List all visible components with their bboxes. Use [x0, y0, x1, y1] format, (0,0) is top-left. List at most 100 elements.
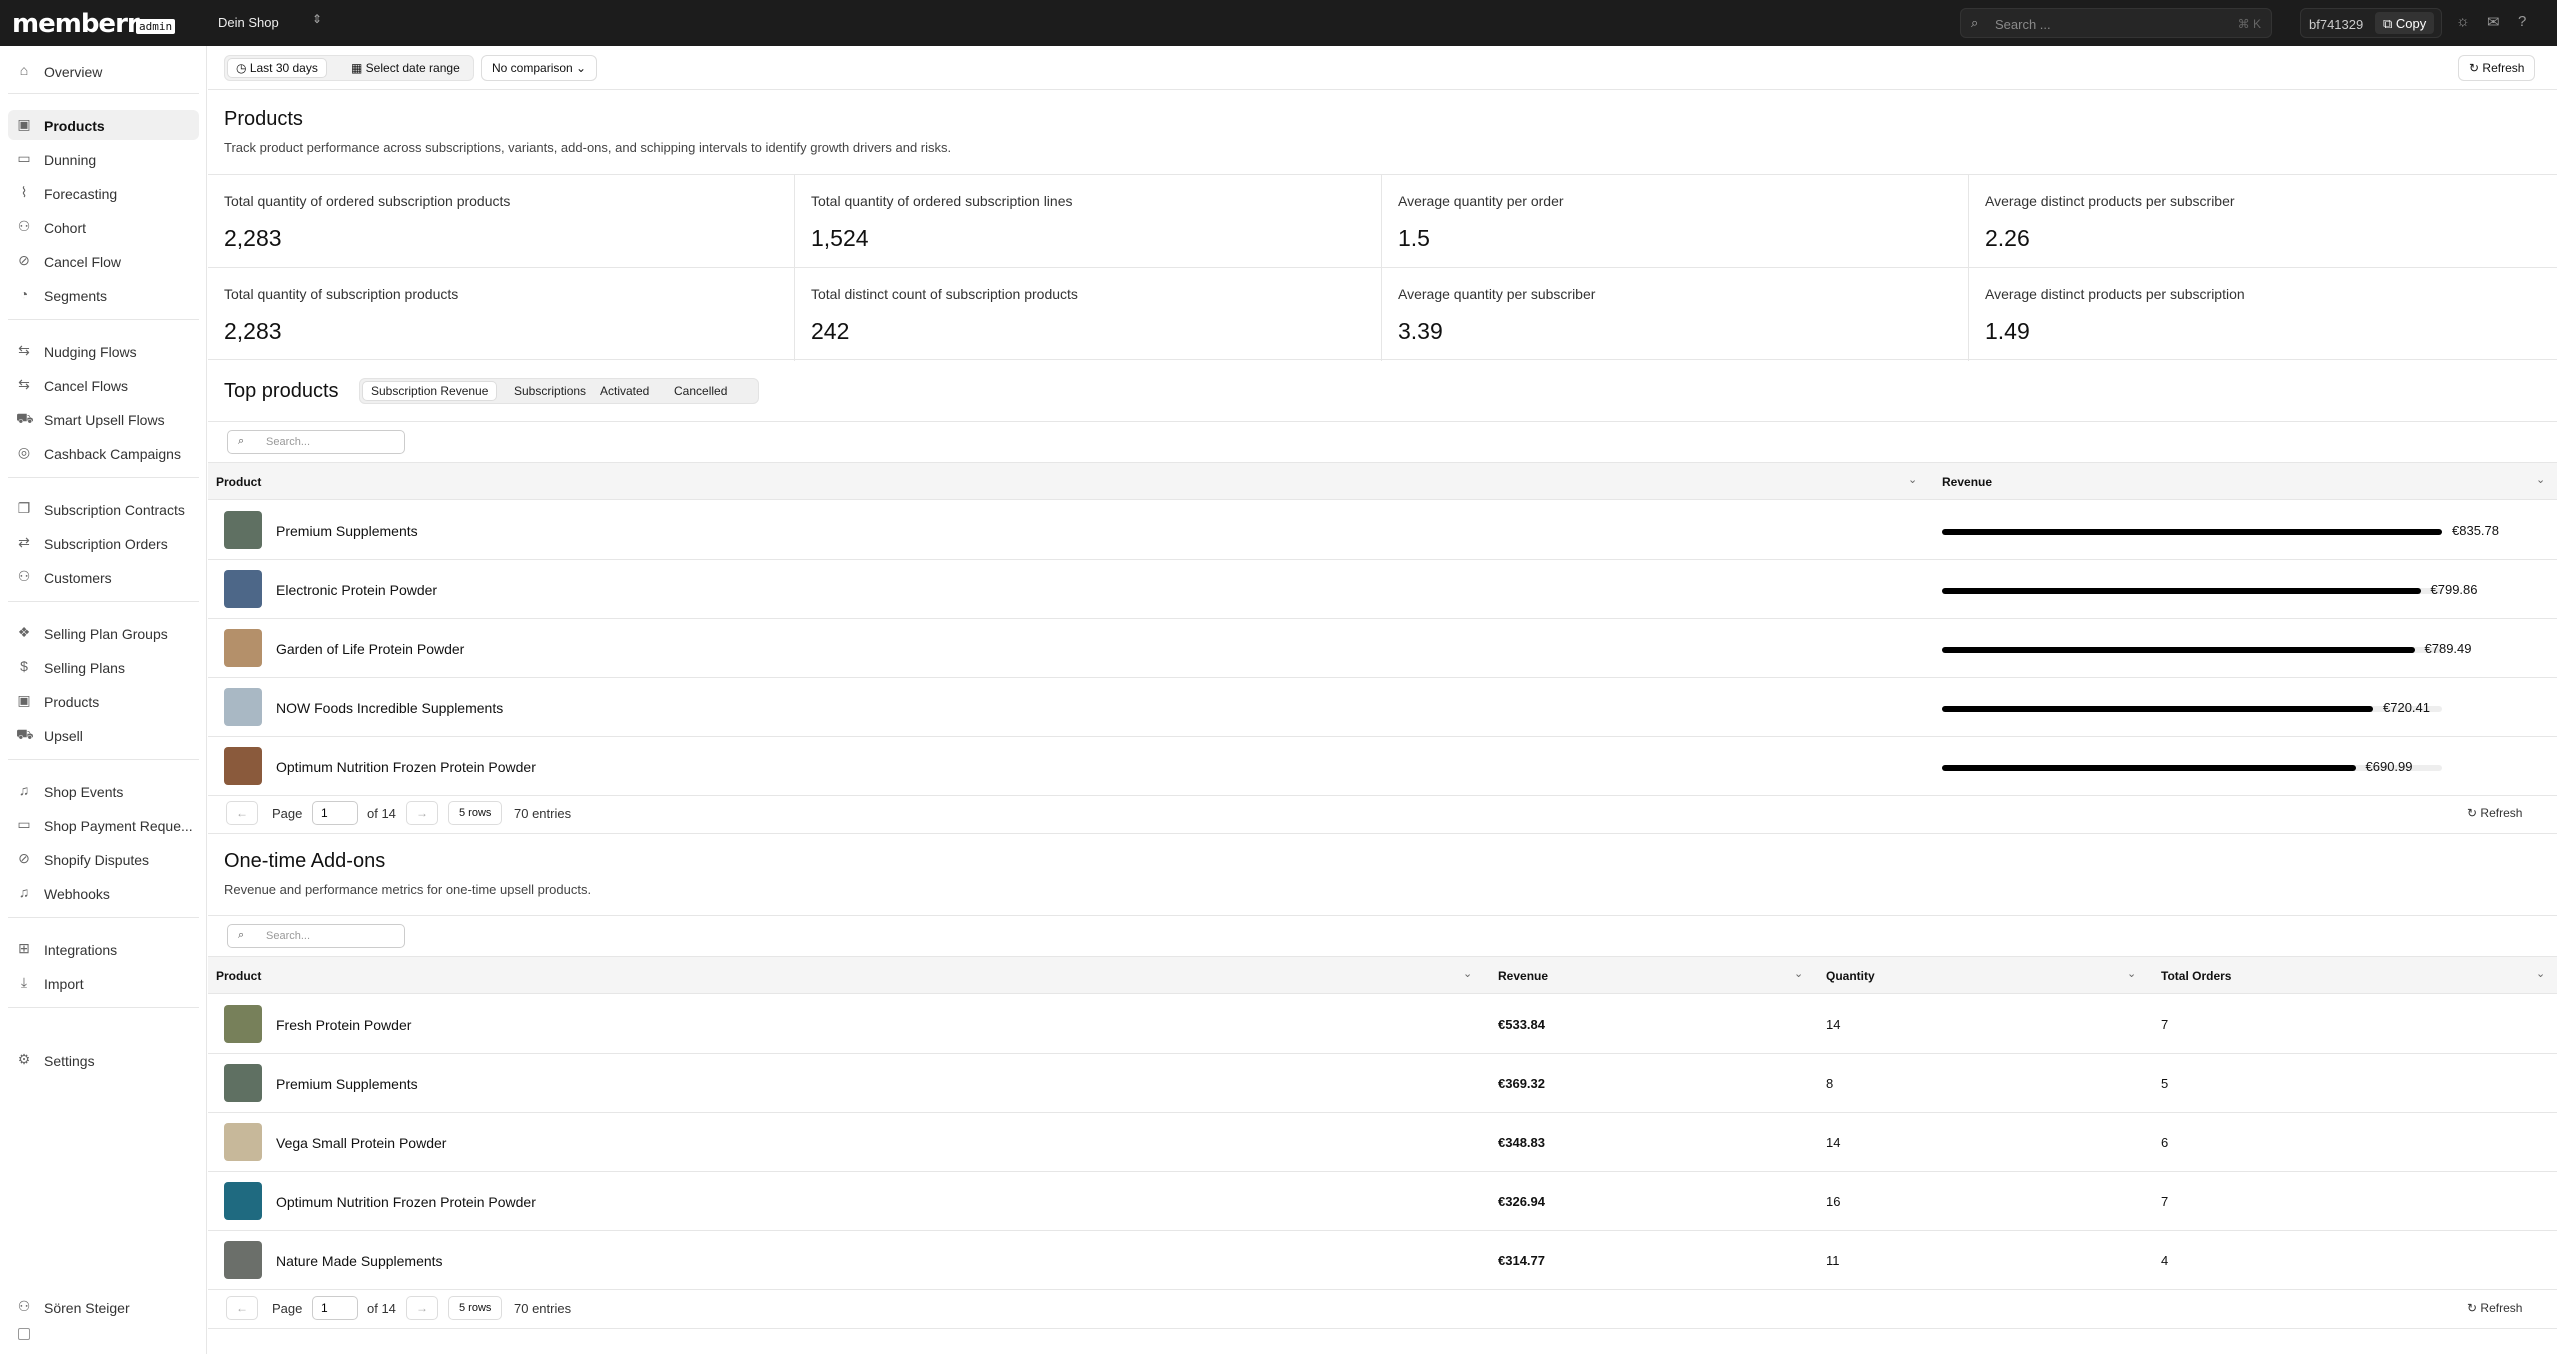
refresh-button[interactable]: ↻ Refresh [2458, 55, 2536, 81]
divider [8, 1007, 199, 1008]
sidebar-toggle-icon[interactable] [18, 1328, 30, 1340]
table-row[interactable]: NOW Foods Incredible Supplements €720.41 [208, 678, 2557, 737]
top-products-search[interactable]: ⌕ Search... [227, 430, 405, 454]
chevron-down-icon[interactable]: ⌄ [2536, 473, 2545, 486]
table-refresh-button[interactable]: ↻ Refresh [2467, 806, 2522, 820]
next-page-button[interactable]: → [406, 1296, 438, 1320]
comparison-select[interactable]: No comparison ⌄ [481, 55, 598, 81]
product-name[interactable]: Fresh Protein Powder [276, 1017, 411, 1033]
prev-page-button[interactable]: ← [226, 1296, 258, 1320]
sidebar-item-nudging-flows[interactable]: ⇆ Nudging Flows [8, 336, 199, 366]
chevron-down-icon[interactable]: ⌄ [2127, 967, 2136, 980]
sidebar-item-subscription-orders[interactable]: ⇄ Subscription Orders [8, 528, 199, 558]
tab-subscription-revenue[interactable]: Subscription Revenue [362, 381, 498, 401]
sidebar-item-settings[interactable]: ⚙ Settings [8, 1045, 199, 1075]
table-refresh-button[interactable]: ↻ Refresh [2467, 1301, 2522, 1315]
divider [208, 915, 2557, 916]
chevron-down-icon[interactable]: ⌄ [1463, 967, 1472, 980]
revenue-bar-fill [1942, 529, 2442, 535]
sidebar-item-smart-upsell-flows[interactable]: ⛟ Smart Upsell Flows [8, 404, 199, 434]
chevron-updown-icon[interactable]: ⇕ [312, 12, 322, 26]
sidebar-item-import[interactable]: ⤓ Import [8, 968, 199, 998]
sidebar-item-integrations[interactable]: ⊞ Integrations [8, 934, 199, 964]
product-name[interactable]: Premium Supplements [276, 1076, 418, 1092]
table-row[interactable]: Nature Made Supplements €314.77 11 4 [208, 1231, 2557, 1290]
column-header-quantity[interactable]: Quantity [1826, 969, 1875, 983]
table-row[interactable]: Garden of Life Protein Powder €789.49 [208, 619, 2557, 678]
addons-search[interactable]: ⌕ Search... [227, 924, 405, 948]
column-header-revenue[interactable]: Revenue [1942, 475, 1992, 489]
last-30-days-button[interactable]: ◷ Last 30 days [227, 58, 327, 78]
rows-per-page-select[interactable]: 5 rows [448, 1296, 503, 1320]
global-search[interactable]: ⌕ Search ... ⌘ K [1960, 8, 2272, 38]
sidebar-item-webhooks[interactable]: ♫ Webhooks [8, 878, 199, 908]
entries-count: 70 entries [514, 806, 572, 821]
dollar-icon: $ [20, 658, 28, 674]
table-row[interactable]: Premium Supplements €369.32 8 5 [208, 1054, 2557, 1113]
inbox-icon[interactable]: ✉ [2487, 13, 2500, 31]
next-page-button[interactable]: → [406, 801, 438, 825]
users-icon: ⚇ [17, 218, 31, 234]
sidebar-item-cashback-campaigns[interactable]: ◎ Cashback Campaigns [8, 438, 199, 468]
tab-subscriptions[interactable]: Subscriptions [506, 381, 594, 401]
product-name[interactable]: Optimum Nutrition Frozen Protein Powder [276, 1194, 536, 1210]
sidebar-item-selling-plan-groups[interactable]: ❖ Selling Plan Groups [8, 618, 199, 648]
table-row[interactable]: Electronic Protein Powder €799.86 [208, 560, 2557, 619]
sidebar-item-dunning[interactable]: ▭ Dunning [8, 144, 199, 174]
select-date-range-button[interactable]: ▦ Select date range [345, 58, 466, 78]
chevron-down-icon[interactable]: ⌄ [1908, 473, 1917, 486]
sidebar-item-products-2[interactable]: ▣ Products [8, 686, 199, 716]
sidebar-item-forecasting[interactable]: ⌇ Forecasting [8, 178, 199, 208]
sidebar-item-products[interactable]: ▣ Products [8, 110, 199, 140]
page-input[interactable] [312, 1296, 358, 1320]
sidebar-item-label: Shopify Disputes [44, 852, 150, 868]
prev-page-button[interactable]: ← [226, 801, 258, 825]
sidebar-item-shopify-disputes[interactable]: ⊘ Shopify Disputes [8, 844, 199, 874]
sidebar-item-customers[interactable]: ⚇ Customers [8, 562, 199, 592]
product-name[interactable]: Electronic Protein Powder [276, 582, 437, 598]
product-name[interactable]: Vega Small Protein Powder [276, 1135, 446, 1151]
tab-cancelled[interactable]: Cancelled [666, 381, 735, 401]
product-name[interactable]: Optimum Nutrition Frozen Protein Powder [276, 759, 536, 775]
tab-activated[interactable]: Activated [592, 381, 657, 401]
revenue-cell: €369.32 [1498, 1076, 1545, 1091]
product-name[interactable]: Premium Supplements [276, 523, 418, 539]
coins-icon: ◎ [17, 444, 31, 460]
theme-icon[interactable]: ☼ [2456, 13, 2470, 30]
table-row[interactable]: Fresh Protein Powder €533.84 14 7 [208, 995, 2557, 1054]
column-header-total-orders[interactable]: Total Orders [2161, 969, 2231, 983]
files-icon: ❐ [17, 500, 31, 516]
memberr-logo[interactable]: memberr [12, 9, 140, 39]
sidebar-item-segments[interactable]: ◔ Segments [8, 280, 199, 310]
column-header-revenue[interactable]: Revenue [1498, 969, 1548, 983]
sidebar-item-subscription-contracts[interactable]: ❐ Subscription Contracts [8, 494, 199, 524]
product-name[interactable]: Garden of Life Protein Powder [276, 641, 464, 657]
shop-selector[interactable]: Dein Shop [218, 15, 279, 30]
table-row[interactable]: Optimum Nutrition Frozen Protein Powder €… [208, 737, 2557, 796]
table-row[interactable]: Premium Supplements €835.78 [208, 501, 2557, 560]
sidebar-item-cohort[interactable]: ⚇ Cohort [8, 212, 199, 242]
page-input[interactable] [312, 801, 358, 825]
product-name[interactable]: Nature Made Supplements [276, 1253, 443, 1269]
chevron-down-icon[interactable]: ⌄ [2536, 967, 2545, 980]
rows-per-page-select[interactable]: 5 rows [448, 801, 503, 825]
sidebar-item-overview[interactable]: ⌂ Overview [8, 56, 199, 86]
sidebar-item-selling-plans[interactable]: $ Selling Plans [8, 652, 199, 682]
help-icon[interactable]: ? [2518, 13, 2526, 30]
sidebar-item-cancel-flows[interactable]: ⇆ Cancel Flows [8, 370, 199, 400]
column-header-product[interactable]: Product [216, 969, 261, 983]
refresh-icon: ↻ [2469, 61, 2480, 75]
copy-button[interactable]: ⧉ Copy [2375, 12, 2435, 34]
sidebar-item-cancel-flow[interactable]: ⊘ Cancel Flow [8, 246, 199, 276]
sidebar-item-shop-events[interactable]: ♫ Shop Events [8, 776, 199, 806]
column-header-product[interactable]: Product [216, 475, 261, 489]
import-icon: ⤓ [20, 974, 28, 990]
chevron-down-icon[interactable]: ⌄ [1794, 967, 1803, 980]
sidebar-item-upsell[interactable]: ⛟ Upsell [8, 720, 199, 750]
refresh-label: Refresh [2480, 806, 2523, 820]
table-row[interactable]: Vega Small Protein Powder €348.83 14 6 [208, 1113, 2557, 1172]
user-menu[interactable]: ⚇ Sören Steiger [8, 1292, 199, 1322]
product-name[interactable]: NOW Foods Incredible Supplements [276, 700, 503, 716]
table-row[interactable]: Optimum Nutrition Frozen Protein Powder €… [208, 1172, 2557, 1231]
sidebar-item-shop-payment-requests[interactable]: ▭ Shop Payment Reque... [8, 810, 199, 840]
